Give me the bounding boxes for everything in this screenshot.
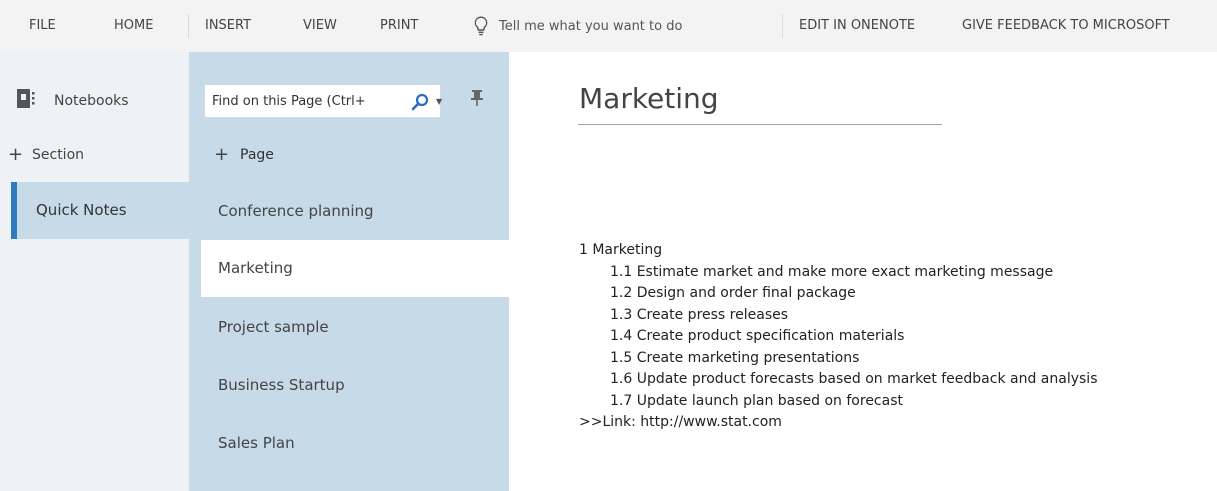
page-item-label: Sales Plan — [218, 434, 295, 452]
outline-item: 1.3 Create press releases — [610, 306, 789, 323]
section-pane: Notebooks + Section Quick Notes — [0, 52, 189, 491]
chevron-down-icon[interactable]: ▼ — [436, 97, 442, 106]
menu-insert[interactable]: INSERT — [205, 18, 251, 33]
menu-home[interactable]: HOME — [114, 18, 153, 33]
outline-item: 1.7 Update launch plan based on forecast — [610, 392, 903, 409]
pin-icon[interactable] — [471, 89, 483, 111]
section-item-quick-notes[interactable]: Quick Notes — [11, 182, 189, 239]
outline-item: 1.5 Create marketing presentations — [610, 349, 860, 366]
plus-icon: + — [214, 144, 230, 165]
selected-indicator — [11, 182, 17, 239]
notebook-icon — [16, 88, 42, 114]
page-item-label: Conference planning — [218, 202, 374, 220]
menu-give-feedback[interactable]: GIVE FEEDBACK TO MICROSOFT — [962, 18, 1170, 33]
lightbulb-icon — [474, 16, 488, 36]
page-item-label: Project sample — [218, 318, 329, 336]
page-item-conference-planning[interactable]: Conference planning — [201, 183, 509, 240]
page-title[interactable]: Marketing — [579, 82, 719, 115]
add-section-button[interactable]: + Section — [8, 144, 85, 165]
tell-me-search[interactable]: Tell me what you want to do — [474, 15, 682, 37]
page-item-label: Marketing — [218, 259, 293, 277]
add-page-button[interactable]: + Page — [214, 144, 274, 165]
menu-view[interactable]: VIEW — [303, 18, 337, 33]
tell-me-text: Tell me what you want to do — [499, 18, 683, 34]
outline-item: 1.4 Create product specification materia… — [610, 328, 905, 344]
add-section-label: Section — [32, 147, 85, 163]
outline-heading: 1 Marketing — [579, 242, 663, 258]
notebooks-button[interactable]: Notebooks — [16, 88, 129, 114]
menu-divider — [782, 14, 783, 38]
search-icon[interactable] — [410, 92, 430, 116]
page-item-business-startup[interactable]: Business Startup — [201, 357, 509, 414]
find-on-page-placeholder: Find on this Page (Ctrl+ — [212, 94, 366, 109]
page-item-marketing[interactable]: Marketing — [201, 240, 509, 297]
menu-edit-in-onenote[interactable]: EDIT IN ONENOTE — [799, 18, 915, 33]
outline-item: 1.6 Update product forecasts based on ma… — [610, 371, 1098, 387]
find-on-page-box[interactable]: Find on this Page (Ctrl+ ▼ — [204, 84, 442, 118]
section-item-label: Quick Notes — [36, 201, 127, 219]
plus-icon: + — [8, 144, 24, 165]
title-underline — [578, 124, 942, 125]
add-page-label: Page — [240, 147, 274, 163]
link-line[interactable]: >>Link: http://www.stat.com — [579, 412, 1098, 434]
notebooks-label: Notebooks — [54, 93, 129, 109]
menu-bar: FILE HOME INSERT VIEW PRINT Tell me what… — [0, 0, 1217, 52]
outline-block[interactable]: 1 Marketing 1.1 Estimate market and make… — [579, 240, 1098, 434]
page-pane: Find on this Page (Ctrl+ ▼ + Page Confer… — [189, 52, 509, 491]
page-content: Marketing 1 Marketing 1.1 Estimate marke… — [509, 52, 1217, 491]
menu-divider — [188, 14, 189, 38]
outline-item: 1.2 Design and order final package — [610, 285, 856, 301]
menu-print[interactable]: PRINT — [380, 18, 418, 33]
page-item-project-sample[interactable]: Project sample — [201, 299, 509, 356]
page-item-label: Business Startup — [218, 376, 345, 394]
page-item-sales-plan[interactable]: Sales Plan — [201, 415, 509, 472]
outline-item: 1.1 Estimate market and make more exact … — [610, 263, 1054, 280]
menu-file[interactable]: FILE — [29, 18, 56, 33]
